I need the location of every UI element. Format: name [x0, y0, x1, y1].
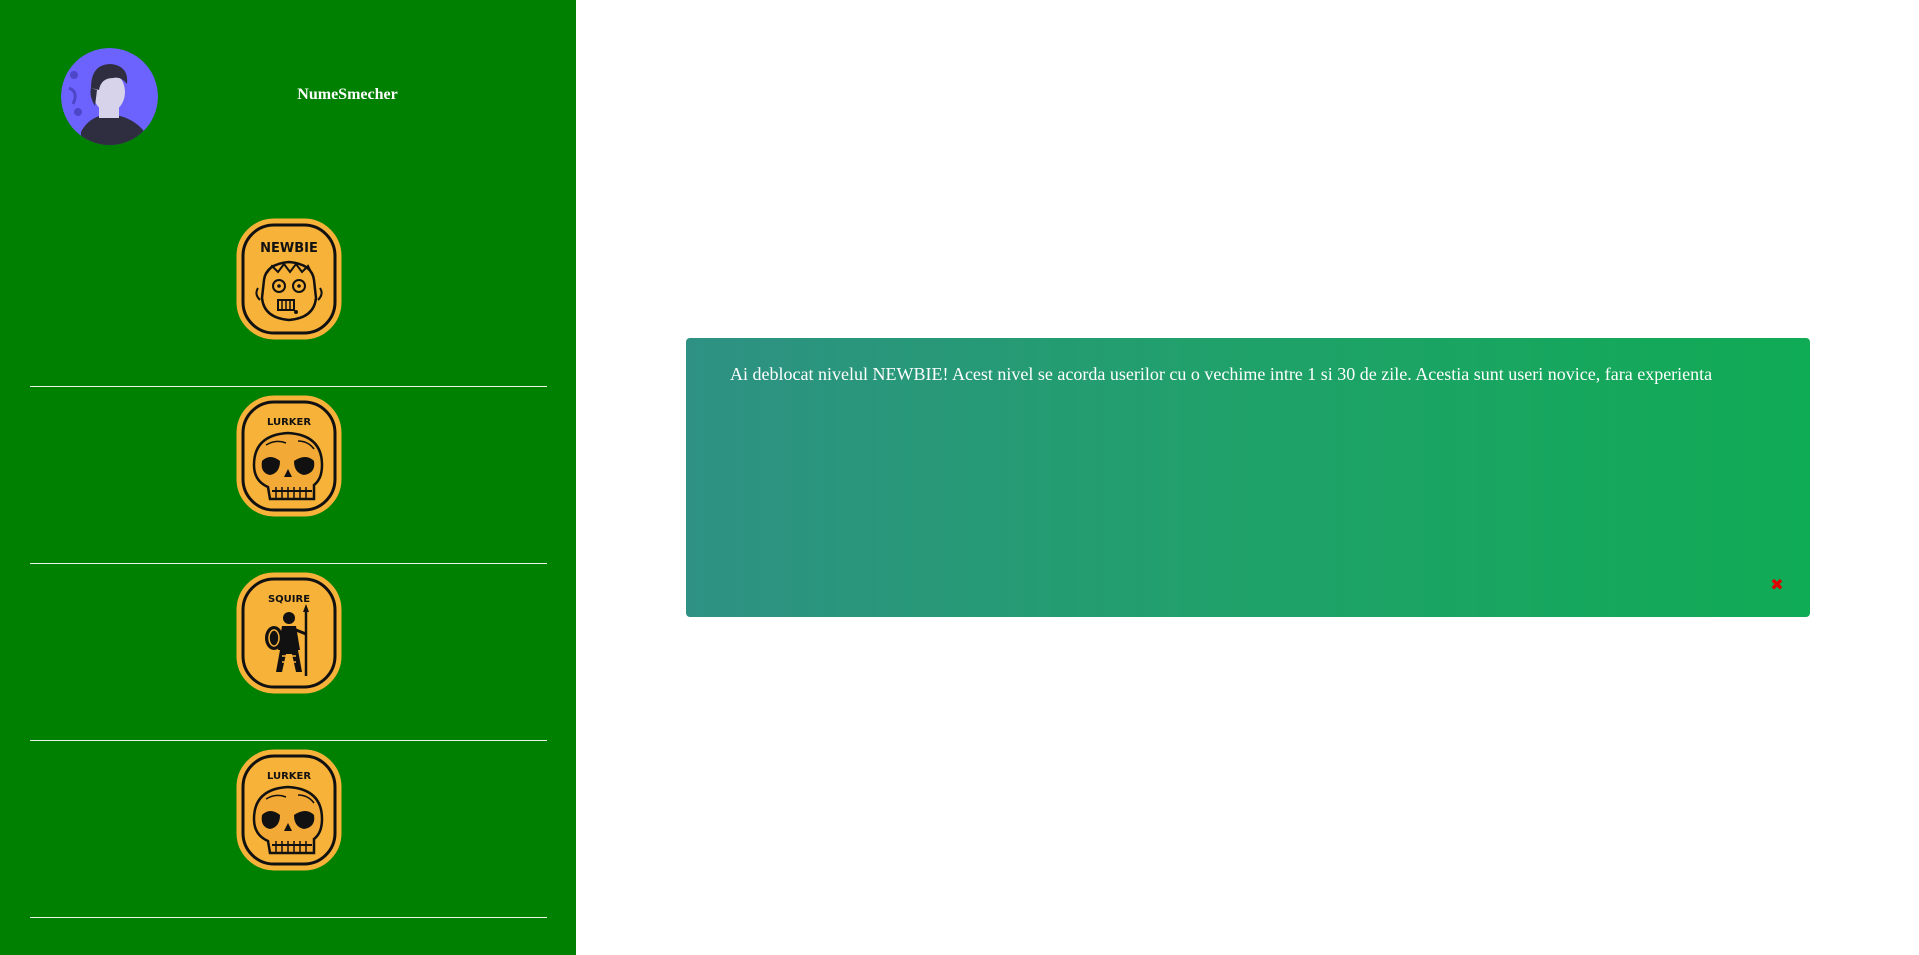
main-content: Ai deblocat nivelul NEWBIE! Acest nivel …: [576, 0, 1919, 955]
badge-squire[interactable]: SQUIRE: [236, 572, 342, 694]
warrior-icon: SQUIRE: [236, 572, 342, 694]
badge-label: LURKER: [267, 417, 311, 428]
level-unlock-notice: Ai deblocat nivelul NEWBIE! Acest nivel …: [686, 338, 1810, 617]
badge-item-lurker-2: LURKER: [30, 741, 547, 918]
skull-icon: LURKER: [236, 749, 342, 871]
badge-item-lurker: LURKER: [30, 387, 547, 564]
close-button[interactable]: ✖: [1768, 576, 1786, 594]
badge-newbie[interactable]: NEWBIE: [236, 218, 342, 340]
badge-lurker[interactable]: LURKER: [236, 749, 342, 871]
badge-item-newbie: NEWBIE: [30, 210, 547, 387]
badge-label: NEWBIE: [260, 241, 318, 256]
notice-message: Ai deblocat nivelul NEWBIE! Acest nivel …: [730, 364, 1713, 384]
skull-icon: LURKER: [236, 395, 342, 517]
badge-lurker[interactable]: LURKER: [236, 395, 342, 517]
profile-header: NumeSmecher: [0, 0, 576, 190]
sidebar: NumeSmecher NEWBIE LURKER SQUIRE LURKER: [0, 0, 576, 955]
badge-item-squire: SQUIRE: [30, 564, 547, 741]
close-icon: ✖: [1770, 575, 1784, 594]
badge-label: SQUIRE: [268, 594, 310, 605]
badge-list: NEWBIE LURKER SQUIRE LURKER: [30, 210, 547, 918]
username: NumeSmecher: [297, 86, 398, 103]
avatar[interactable]: [61, 48, 158, 145]
badge-label: LURKER: [267, 771, 311, 782]
person-avatar-icon: [61, 48, 158, 145]
zombie-face-icon: NEWBIE: [236, 218, 342, 340]
